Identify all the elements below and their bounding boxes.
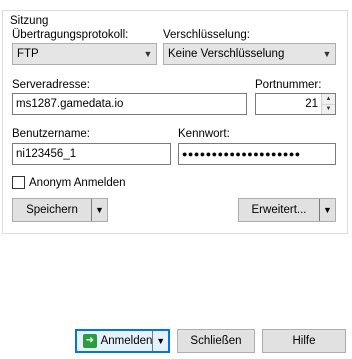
port-spin-arrows[interactable]: ▲ ▼: [321, 94, 335, 114]
port-stepper[interactable]: 21 ▲ ▼: [255, 93, 336, 115]
anonymous-checkbox[interactable]: [12, 176, 25, 189]
session-group-title: Sitzung: [9, 14, 50, 28]
chevron-down-icon[interactable]: ▼: [319, 199, 335, 221]
chevron-down-icon[interactable]: ▼: [152, 331, 168, 351]
port-value: 21: [305, 98, 318, 110]
close-button[interactable]: Schließen: [177, 329, 255, 353]
host-input[interactable]: ms1287.gamedata.io: [12, 93, 247, 115]
login-button[interactable]: ➜ Anmelden ▼: [75, 329, 170, 353]
spin-up-icon[interactable]: ▲: [322, 94, 335, 105]
chevron-down-icon: ▼: [322, 49, 332, 59]
username-label: Benutzername:: [12, 128, 90, 140]
help-button[interactable]: Hilfe: [262, 329, 346, 353]
port-label: Portnummer:: [255, 79, 322, 91]
save-button[interactable]: Speichern ▼: [12, 198, 108, 222]
encryption-value: Keine Verschlüsselung: [168, 48, 285, 60]
login-icon: ➜: [83, 334, 97, 348]
anonymous-label[interactable]: Anonym Anmelden: [29, 176, 126, 190]
encryption-label: Verschlüsselung:: [163, 29, 250, 41]
protocol-select[interactable]: FTP ▼: [12, 43, 157, 65]
advanced-button-label: Erweitert...: [251, 204, 307, 216]
host-label: Serveradresse:: [12, 79, 90, 91]
password-input[interactable]: ●●●●●●●●●●●●●●●●●●●●: [178, 143, 336, 165]
save-button-label: Speichern: [26, 204, 78, 216]
chevron-down-icon[interactable]: ▼: [91, 199, 107, 221]
username-input[interactable]: ni123456_1: [12, 143, 171, 165]
advanced-button[interactable]: Erweitert... ▼: [238, 198, 336, 222]
protocol-value: FTP: [17, 48, 39, 60]
login-button-label: Anmelden: [100, 335, 153, 347]
encryption-select[interactable]: Keine Verschlüsselung ▼: [163, 43, 336, 65]
chevron-down-icon: ▼: [143, 49, 153, 59]
spin-down-icon[interactable]: ▼: [322, 104, 335, 114]
password-label: Kennwort:: [178, 128, 230, 140]
protocol-label: Übertragungsprotokoll:: [12, 29, 129, 41]
